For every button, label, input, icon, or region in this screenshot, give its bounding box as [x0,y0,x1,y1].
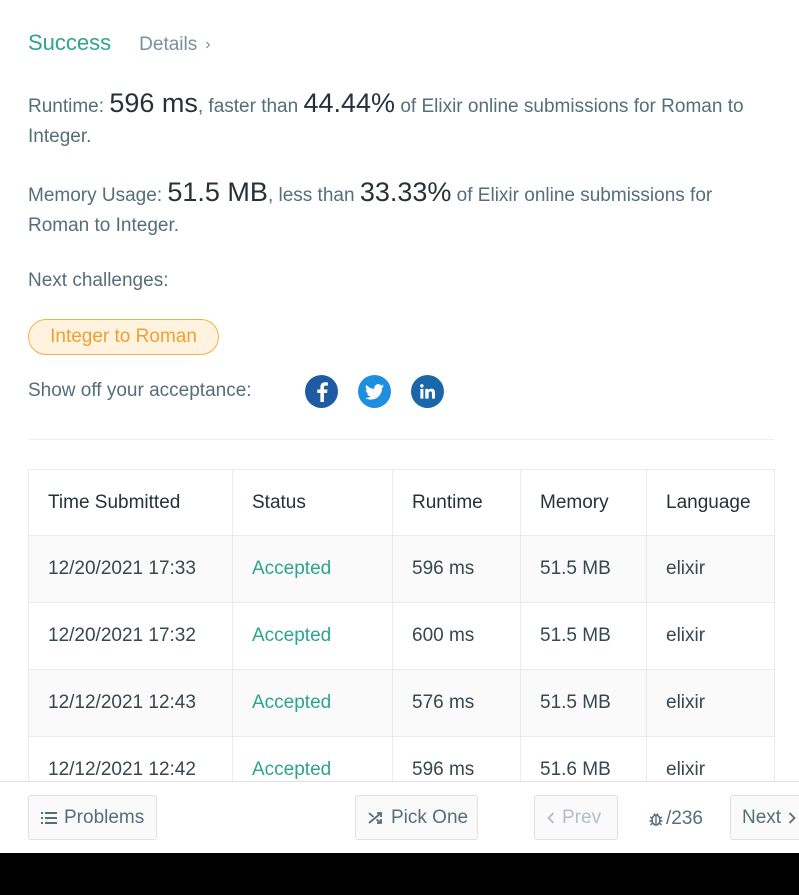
runtime-stat: Runtime: 596 ms, faster than 44.44% of E… [28,88,778,152]
chevron-left-icon [547,811,555,824]
table-row: 12/20/2021 17:32 Accepted 600 ms 51.5 MB… [28,602,775,670]
shuffle-icon [368,810,384,826]
section-divider [28,439,774,440]
next-challenges-label: Next challenges: [28,270,169,291]
runtime-cell: 596 ms [392,535,521,603]
status-link[interactable]: Accepted [232,669,393,737]
next-button[interactable]: Next [730,795,799,840]
runtime-label: Runtime: [28,96,110,117]
column-header-runtime[interactable]: Runtime [392,469,521,536]
memory-cell: 51.5 MB [520,535,647,603]
next-label: Next [742,806,782,828]
status-link[interactable]: Accepted [232,535,393,603]
time-submitted-cell: 12/12/2021 12:43 [28,669,233,737]
pick-one-label: Pick One [391,806,469,828]
language-cell: elixir [646,535,775,603]
result-header: Success Details › [28,30,211,56]
memory-cell: 51.5 MB [520,602,647,670]
prev-button[interactable]: Prev [534,795,618,840]
problem-counter[interactable]: /236 [648,808,703,830]
column-header-language[interactable]: Language [646,469,775,536]
table-header-row: Time Submitted Status Runtime Memory Lan… [28,469,775,536]
status-link[interactable]: Accepted [232,602,393,670]
counter-total: /236 [666,808,703,829]
runtime-cell: 576 ms [392,669,521,737]
pick-one-button[interactable]: Pick One [355,795,478,840]
runtime-middle: , faster than [197,96,304,117]
runtime-value: 596 ms [109,88,198,118]
details-link[interactable]: Details › [139,34,210,56]
result-status: Success [28,30,112,55]
prev-label: Prev [562,806,602,828]
memory-cell: 51.5 MB [520,669,647,737]
memory-label: Memory Usage: [28,185,168,206]
runtime-cell: 600 ms [392,602,521,670]
submission-result-page: Success Details › Runtime: 596 ms, faste… [0,0,799,853]
chevron-right-icon: › [205,36,211,53]
memory-value: 51.5 MB [167,177,268,207]
time-submitted-cell: 12/20/2021 17:32 [28,602,233,670]
memory-middle: , less than [267,185,360,206]
twitter-icon[interactable] [358,375,391,408]
next-challenge-tag[interactable]: Integer to Roman [28,319,219,355]
facebook-icon[interactable] [305,375,338,408]
bottom-toolbar: Problems Pick One Prev /236 Next [0,781,799,853]
memory-stat: Memory Usage: 51.5 MB, less than 33.33% … [28,177,778,241]
share-label: Show off your acceptance: [28,380,252,401]
table-row: 12/12/2021 12:43 Accepted 576 ms 51.5 MB… [28,669,775,737]
problems-button[interactable]: Problems [28,795,157,840]
time-submitted-cell: 12/20/2021 17:33 [28,535,233,603]
linkedin-icon[interactable] [411,375,444,408]
problems-label: Problems [64,806,145,828]
chevron-right-icon [788,811,796,824]
column-header-status[interactable]: Status [232,469,393,536]
column-header-memory[interactable]: Memory [520,469,647,536]
language-cell: elixir [646,669,775,737]
list-icon [41,811,57,825]
bug-icon [648,811,664,827]
table-row: 12/20/2021 17:33 Accepted 596 ms 51.5 MB… [28,535,775,603]
submissions-table: Time Submitted Status Runtime Memory Lan… [28,469,775,804]
column-header-time-submitted[interactable]: Time Submitted [28,469,233,536]
memory-percent: 33.33% [359,177,452,207]
language-cell: elixir [646,602,775,670]
details-label: Details [139,34,198,55]
runtime-percent: 44.44% [303,88,396,118]
